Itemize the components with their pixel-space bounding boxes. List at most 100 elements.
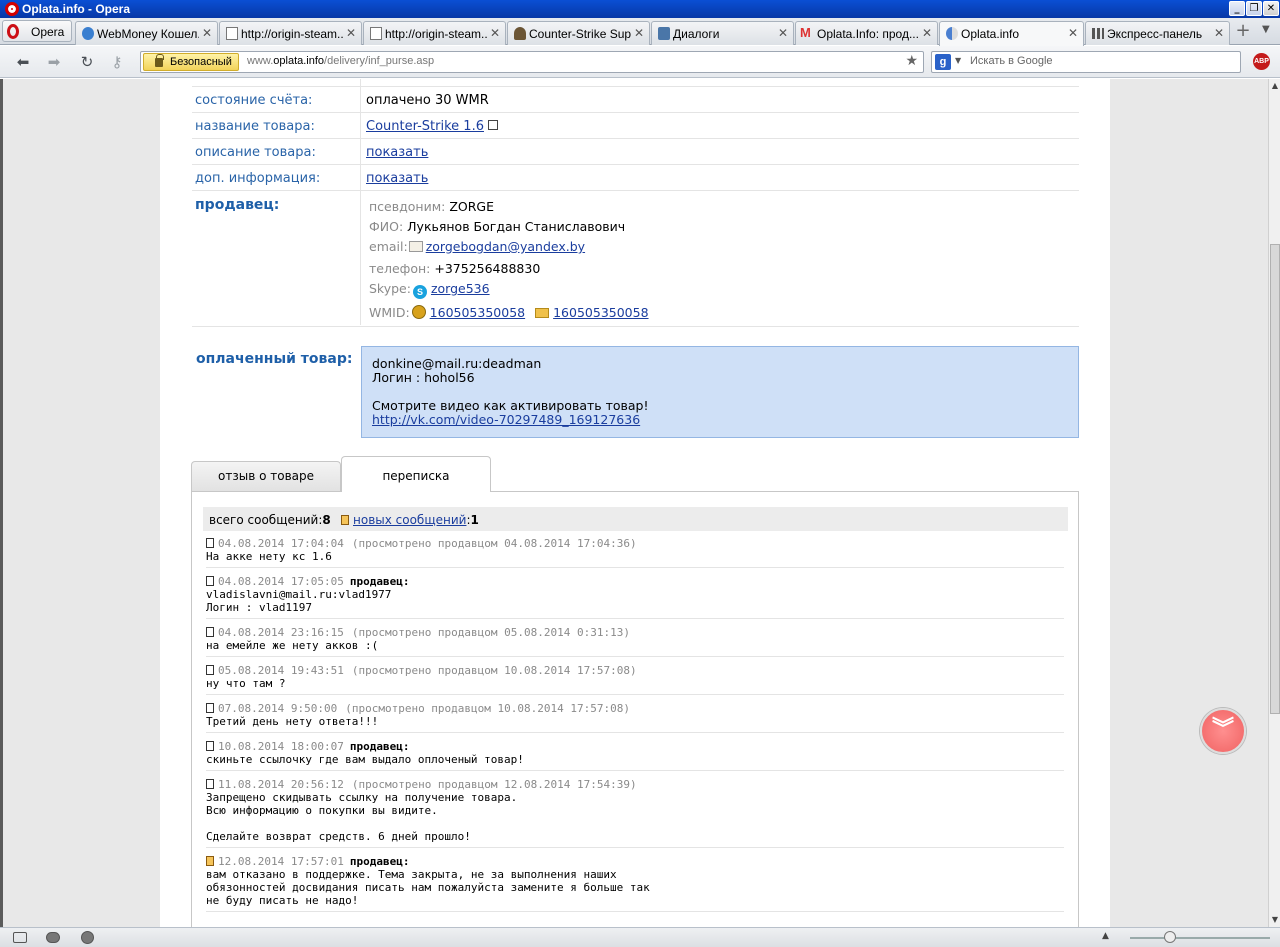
reload-icon[interactable]: ↻ <box>78 53 96 71</box>
close-tab-icon[interactable]: ✕ <box>1068 26 1078 40</box>
message-header: 10.08.2014 18:00:07 продавец: <box>206 740 1064 753</box>
page-content: состояние счёта: оплачено 30 WMR названи… <box>160 79 1110 927</box>
tab-correspondence[interactable]: переписка <box>341 456 491 492</box>
tab-oplata-info-active[interactable]: Oplata.info ✕ <box>939 21 1084 46</box>
new-message-icon <box>341 515 349 525</box>
close-tab-icon[interactable]: ✕ <box>778 26 788 40</box>
message-doc-icon <box>206 703 214 713</box>
url-text[interactable]: www.oplata.info/delivery/inf_purse.asp <box>247 55 434 67</box>
message-item: 11.08.2014 20:56:12 (просмотрено продавцо… <box>206 778 1064 848</box>
close-tab-icon[interactable]: ✕ <box>490 26 500 40</box>
message-viewed-status: (просмотрено продавцом 04.08.2014 17:04:… <box>351 537 637 550</box>
status-bar: ▲ <box>0 927 1280 947</box>
phone-value: +375256488830 <box>434 261 541 276</box>
seller-block: продавец: псевдоним: ZORGE ФИО: Лукьянов… <box>192 191 1079 327</box>
seller-heading: продавец: <box>195 197 280 213</box>
back-arrow-icon[interactable]: ⬅ <box>14 53 32 71</box>
product-desc-label: описание товара: <box>195 145 316 160</box>
scroll-up-arrow-icon[interactable]: ▲ <box>1270 81 1280 91</box>
tab-oplata-info-sales[interactable]: M Oplata.Info: прод... ✕ <box>795 21 938 45</box>
adblock-plus-icon[interactable]: ABP <box>1253 53 1270 70</box>
tab-dialogs[interactable]: Диалоги ✕ <box>651 21 794 45</box>
url-domain: oplata.info <box>273 55 325 67</box>
message-viewed-status: (просмотрено продавцом 05.08.2014 0:31:1… <box>351 626 630 639</box>
restore-button[interactable]: ❐ <box>1246 1 1262 16</box>
window-titlebar: Oplata.info - Opera _ ❐ ✕ <box>0 0 1280 18</box>
wmid-label: WMID: <box>369 305 410 320</box>
close-window-button[interactable]: ✕ <box>1263 1 1279 16</box>
zoom-slider-handle[interactable] <box>1164 931 1176 943</box>
opera-unite-cloud-icon[interactable] <box>46 932 60 943</box>
message-date: 04.08.2014 17:04:04 <box>218 537 344 550</box>
google-search-engine-icon[interactable]: g <box>935 54 951 70</box>
forward-arrow-icon[interactable]: ➡ <box>45 53 63 71</box>
seller-wmid-line: WMID: 160505350058 160505350058 <box>369 303 649 320</box>
close-tab-icon[interactable]: ✕ <box>634 26 644 40</box>
message-date: 05.08.2014 19:43:51 <box>218 664 344 677</box>
wmid-message-link[interactable]: 160505350058 <box>553 305 648 320</box>
close-tab-icon[interactable]: ✕ <box>1214 26 1224 40</box>
scroll-down-arrow-icon[interactable]: ▼ <box>1270 915 1280 925</box>
tab-label: Oplata.info <box>961 27 1020 41</box>
total-messages: всего сообщений:8 <box>209 513 331 527</box>
video-link[interactable]: http://vk.com/video-70297489_169127636 <box>372 412 640 427</box>
zoom-out-icon[interactable]: ▲ <box>1102 931 1109 941</box>
scrollbar-thumb[interactable] <box>1270 244 1280 714</box>
seller-phone-line: телефон: +375256488830 <box>369 261 540 276</box>
tab-speed-dial[interactable]: Экспресс-панель ✕ <box>1085 21 1230 45</box>
email-label: email: <box>369 239 408 254</box>
new-tab-plus-icon[interactable]: + <box>1233 22 1253 42</box>
product-name-link[interactable]: Counter-Strike 1.6 <box>366 119 484 134</box>
paid-line-1: donkine@mail.ru:deadman <box>372 356 542 371</box>
tab-webmoney[interactable]: WebMoney Кошел... ✕ <box>75 21 218 45</box>
key-icon[interactable]: ⚷ <box>108 53 126 71</box>
close-tab-icon[interactable]: ✕ <box>202 26 212 40</box>
search-engine-dropdown-icon[interactable]: ▼ <box>955 56 961 65</box>
tab-counter-strike[interactable]: Counter-Strike Sup... ✕ <box>507 21 650 45</box>
page-tabs: отзыв о товаре переписка <box>191 456 1079 492</box>
opera-menu-button[interactable]: Opera <box>2 20 72 42</box>
turbo-icon[interactable] <box>81 931 94 944</box>
message-body: Запрещено скидывать ссылку на получение … <box>206 791 518 843</box>
minimize-button[interactable]: _ <box>1229 1 1245 16</box>
message-seller-tag: продавец: <box>349 740 410 753</box>
message-seller-tag: продавец: <box>349 575 410 588</box>
tab-review[interactable]: отзыв о товаре <box>191 461 341 491</box>
vertical-scrollbar[interactable]: ▲ ▼ <box>1268 79 1280 927</box>
show-description-link[interactable]: показать <box>366 145 428 160</box>
seller-email-link[interactable]: zorgebogdan@yandex.by <box>426 239 585 254</box>
zoom-slider[interactable] <box>1130 937 1270 939</box>
fio-label: ФИО: <box>369 219 404 234</box>
tab-menu-chevron-icon[interactable]: ▼ <box>1262 24 1270 35</box>
skype-label: Skype: <box>369 281 411 296</box>
close-tab-icon[interactable]: ✕ <box>922 26 932 40</box>
panel-toggle-icon[interactable] <box>13 932 27 943</box>
page-icon <box>226 27 238 40</box>
product-desc-row: описание товара: показать <box>192 139 1079 165</box>
window-title: Oplata.info - Opera <box>22 2 131 16</box>
message-header: 07.08.2014 9:50:00 (просмотрено продавцом… <box>206 702 1064 715</box>
tab-origin-steam-2[interactable]: http://origin-steam... ✕ <box>363 21 506 45</box>
message-body: вам отказано в поддержке. Тема закрыта, … <box>206 868 650 907</box>
correspondence-panel: всего сообщений:8 новых сообщений:1 04.0… <box>191 491 1079 927</box>
seller-skype-link[interactable]: zorge536 <box>431 281 490 296</box>
tab-label: Oplata.Info: прод... <box>817 27 919 41</box>
wmid-passport-link[interactable]: 160505350058 <box>430 305 525 320</box>
seller-fio-line: ФИО: Лукьянов Богдан Станиславович <box>369 219 625 234</box>
tab-origin-steam-1[interactable]: http://origin-steam... ✕ <box>219 21 362 45</box>
lock-icon <box>155 54 164 67</box>
close-tab-icon[interactable]: ✕ <box>346 26 356 40</box>
security-badge[interactable]: Безопасный <box>143 53 239 71</box>
message-header: 12.08.2014 17:57:01 продавец: <box>206 855 1064 868</box>
scroll-down-double-chevron-icon[interactable]: ︾ <box>1200 708 1246 754</box>
address-field[interactable]: Безопасный www.oplata.info/delivery/inf_… <box>140 51 924 73</box>
show-extra-info-link[interactable]: показать <box>366 171 428 186</box>
external-link-icon[interactable] <box>487 120 498 130</box>
fio-value: Лукьянов Богдан Станиславович <box>407 219 626 234</box>
new-messages-link[interactable]: новых сообщений <box>353 513 466 527</box>
search-field[interactable]: g ▼ Искать в Google <box>931 51 1241 73</box>
navigation-bar: ⬅ ➡ ↻ ⚷ Безопасный www.oplata.info/deliv… <box>0 46 1280 78</box>
webmoney-icon <box>411 305 426 319</box>
bookmark-star-icon[interactable]: ★ <box>905 53 918 69</box>
seller-nickname-line: псевдоним: ZORGE <box>369 199 494 214</box>
